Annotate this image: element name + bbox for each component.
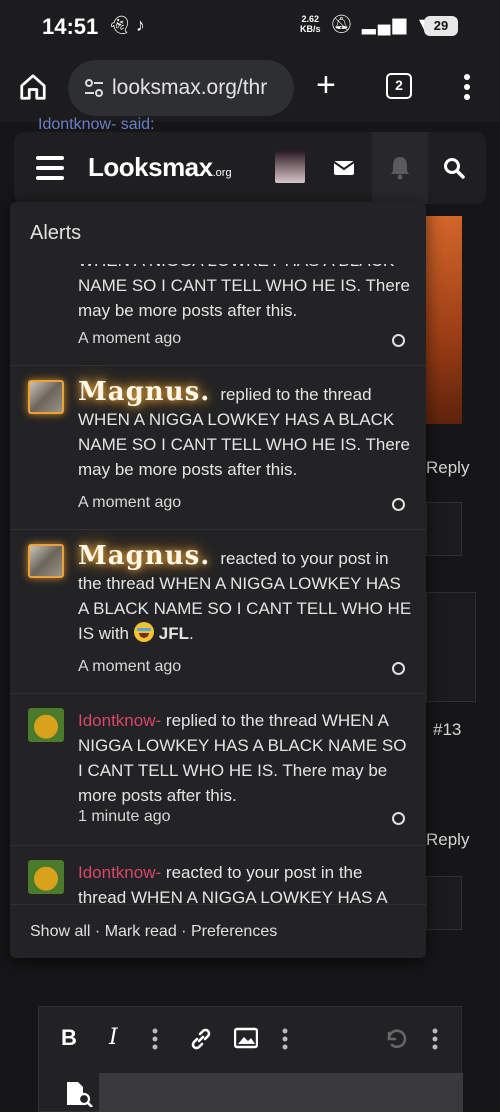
alerts-popup: Alerts WHEN A NIGGA LOWKEY HAS A BLACK N… [10,202,426,958]
alert-body: Idontknow- replied to the thread WHEN A … [78,708,414,808]
logo-main: Looksmax [88,152,213,182]
footer-separator: · [176,923,191,940]
tiktok-icon: ♪ [135,15,145,35]
bold-icon[interactable]: B [61,1025,77,1051]
show-all-link[interactable]: Show all [30,923,90,940]
post-number[interactable]: #13 [433,720,461,740]
site-settings-icon[interactable] [82,76,106,100]
alerts-list: WHEN A NIGGA LOWKEY HAS A BLACK NAME SO … [10,264,426,904]
alert-thread[interactable]: WHEN A NIGGA LOWKEY HAS A BLACK NAME SO … [78,410,410,479]
logo-suffix: .org [212,167,232,179]
preview-icon[interactable] [65,1081,93,1107]
alerts-footer: Show all · Mark read · Preferences [10,904,426,958]
post-box [426,876,462,930]
mute-icon: 🔕︎ [330,14,355,34]
hamburger-menu-icon[interactable] [36,156,64,180]
post-box [426,592,476,702]
address-bar[interactable]: looksmax.org/thr [68,60,294,116]
more-options-icon[interactable] [149,1027,161,1051]
overflow-menu-icon[interactable] [455,70,479,104]
alert-body: Magnus. reacted to your post in the threa… [78,541,414,646]
alert-username[interactable]: Magnus. [78,377,210,407]
post-box [426,502,462,556]
alert-time: 1 minute ago [78,808,171,825]
bell-icon[interactable] [388,155,412,181]
network-speed-value: 2.62 [301,14,320,24]
alert-reaction: JFL [158,624,189,643]
alert-action: replied to the thread [220,385,372,404]
preferences-link[interactable]: Preferences [191,923,277,940]
more-options-icon[interactable] [279,1027,291,1051]
alert-item[interactable]: Idontknow- reacted to your post in the t… [10,846,426,904]
system-icons: 🔕︎ ▂▄▆ ▼ [330,14,435,35]
link-icon[interactable] [189,1027,213,1051]
alert-body: Magnus. replied to the thread WHEN A NIGG… [78,377,414,482]
url-text: looksmax.org/thr [112,76,268,99]
network-speed-unit: KB/s [300,24,321,34]
reply-link[interactable]: Reply [426,830,469,850]
alert-avatar[interactable] [28,544,64,578]
site-logo[interactable]: Looksmax.org [88,152,232,183]
alert-text: WHEN A NIGGA LOWKEY HAS A BLACK NAME SO … [78,264,410,320]
reply-link[interactable]: Reply [426,458,469,478]
alert-action: replied to the thread [165,711,318,730]
alert-avatar[interactable] [28,380,64,414]
alert-item[interactable]: Magnus. reacted to your post in the threa… [10,530,426,694]
alert-username[interactable]: Magnus. [78,541,210,571]
undo-icon[interactable] [383,1027,407,1051]
new-tab-button[interactable]: + [316,68,336,102]
laughing-crying-emoji-icon [133,622,154,642]
alert-avatar[interactable] [28,860,64,894]
alert-body: Idontknow- reacted to your post in the t… [78,860,414,904]
alert-avatar[interactable] [28,708,64,742]
mark-read-icon[interactable] [392,812,405,825]
home-icon[interactable] [18,72,48,102]
tab-switcher-button[interactable]: 2 [386,73,412,99]
mail-icon[interactable] [332,156,356,180]
battery-icon: 29 [424,16,458,36]
alert-username[interactable]: Idontknow- [78,863,161,882]
snapchat-icon: 👻︎ [108,15,131,35]
image-icon[interactable] [234,1027,258,1049]
footer-separator: · [90,923,105,940]
signal-icon: ▂▄▆ [361,14,409,34]
alert-username[interactable]: Idontknow- [78,711,161,730]
alerts-title: Alerts [30,222,82,244]
alert-thread[interactable]: WHEN A NIGGA LOWKEY HAS A [131,888,388,904]
alert-reaction-suffix: . [189,624,194,643]
mark-read-icon[interactable] [392,662,405,675]
alert-time: A moment ago [78,494,182,511]
status-bar: 14:51 👻︎ ♪ 2.62 KB/s 🔕︎ ▂▄▆ ▼ 29 [0,0,500,56]
mark-read-icon[interactable] [392,334,405,347]
alert-item[interactable]: Magnus. replied to the thread WHEN A NIGG… [10,366,426,530]
more-options-icon[interactable] [429,1027,441,1051]
alert-item[interactable]: Idontknow- replied to the thread WHEN A … [10,694,426,846]
italic-icon[interactable]: I [109,1025,118,1050]
reply-editor: B I [38,1006,463,1112]
alert-time: A moment ago [78,330,182,347]
network-speed: 2.62 KB/s [300,14,321,34]
editor-input-area[interactable] [99,1073,463,1112]
alerts-tab[interactable] [372,132,428,204]
status-time: 14:51 [42,14,99,39]
mark-read-icon[interactable] [392,498,405,511]
browser-toolbar: looksmax.org/thr + 2 [0,56,500,122]
site-header: Looksmax.org [14,132,486,204]
alerts-footer-links: Show all · Mark read · Preferences [30,923,277,941]
alert-time: A moment ago [78,658,182,675]
notification-icons: 👻︎ ♪ [108,15,145,36]
search-icon[interactable] [442,156,466,180]
alert-item[interactable]: WHEN A NIGGA LOWKEY HAS A BLACK NAME SO … [10,264,426,366]
mark-read-link[interactable]: Mark read [105,923,177,940]
user-avatar[interactable] [275,151,305,183]
